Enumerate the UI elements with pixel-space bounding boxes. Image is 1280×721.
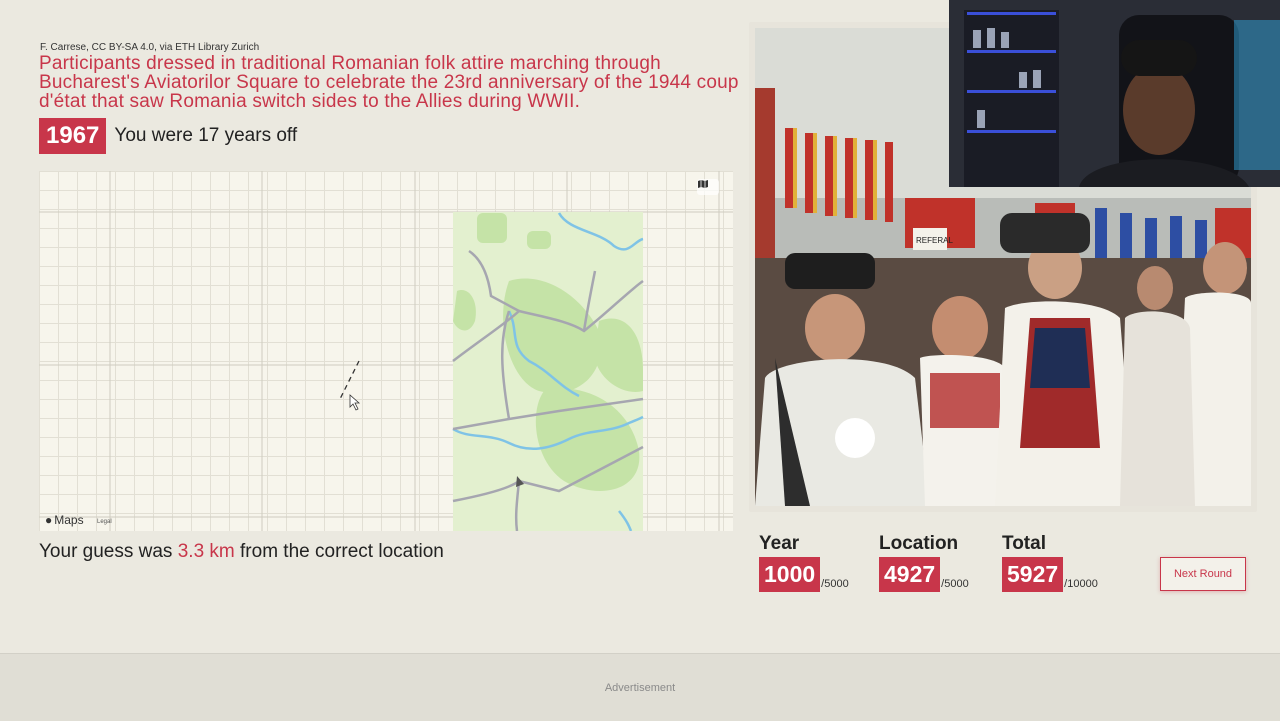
year-score: Year 1000 /5000: [759, 533, 849, 592]
year-result: 1967 You were 17 years off: [39, 118, 297, 154]
year-score-label: Year: [759, 533, 800, 554]
next-round-button[interactable]: Next Round: [1160, 557, 1246, 591]
apple-maps-logo: ● Maps: [45, 513, 84, 527]
total-score-max: /10000: [1064, 578, 1098, 590]
advertisement-label: Advertisement: [604, 681, 676, 694]
distance-prefix: Your guess was: [39, 541, 178, 562]
year-off-text: You were 17 years off: [114, 125, 298, 146]
photo-sign-text: REFERAL: [916, 236, 953, 245]
total-score-value: 5927: [1002, 557, 1064, 592]
location-score: Location 4927 /5000: [879, 533, 969, 592]
total-score-label: Total: [1002, 533, 1046, 554]
map-legal-link[interactable]: Legal: [97, 519, 112, 525]
advertisement-bar: Advertisement: [0, 653, 1280, 721]
mouse-cursor-icon: [349, 394, 361, 411]
distance-suffix: from the correct location: [234, 541, 444, 562]
map-canvas: [39, 171, 733, 531]
location-score-value: 4927: [879, 557, 941, 592]
photo-credit: F. Carrese, CC BY-SA 4.0, via ETH Librar…: [40, 42, 260, 53]
streamer-webcam: [949, 0, 1280, 187]
correct-year-badge: 1967: [39, 118, 107, 154]
location-score-label: Location: [879, 533, 959, 554]
map-layers-button[interactable]: [697, 179, 719, 195]
map-tile: [452, 212, 644, 531]
photo-caption: Participants dressed in traditional Roma…: [39, 53, 739, 112]
year-score-value: 1000: [759, 557, 821, 592]
year-score-max: /5000: [821, 578, 849, 590]
total-score: Total 5927 /10000: [1002, 533, 1098, 592]
guess-distance-line: [339, 360, 360, 400]
distance-value: 3.3 km: [177, 541, 235, 562]
maps-provider-label: Maps: [54, 513, 84, 527]
location-score-max: /5000: [941, 578, 969, 590]
distance-result: Your guess was 3.3 km from the correct l…: [39, 541, 444, 563]
apple-logo-icon: ●: [45, 513, 53, 527]
webcam-feed-image: [949, 0, 1280, 187]
result-map[interactable]: ● Maps Legal: [39, 171, 733, 531]
map-layers-icon: [698, 180, 708, 188]
